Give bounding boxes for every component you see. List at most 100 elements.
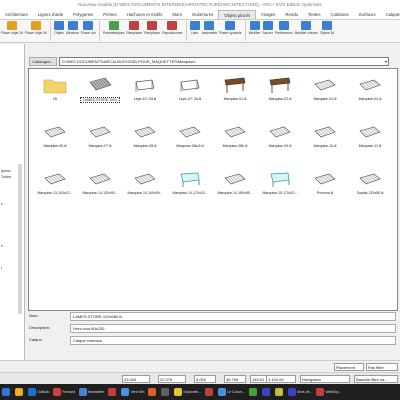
coord-z[interactable]: 0.000 <box>194 375 216 383</box>
catalog-item[interactable]: Sophia-215x80.iii <box>350 166 390 210</box>
catalog-item[interactable]: Marquise-03.iii <box>305 72 345 116</box>
taskbar-app[interactable] <box>146 385 159 399</box>
ribbon-button-15[interactable]: Modifier chemin <box>294 21 319 35</box>
tab-primes[interactable]: Primes <box>98 10 121 19</box>
catalog-path-select[interactable]: D:\MES DOCUMENTS\ARCALIB-EVO\3D-POUR_MAQ… <box>59 57 389 66</box>
catalog-item[interactable]: Marquise-05.iii <box>35 119 75 163</box>
tab-murs[interactable]: Murs <box>167 10 187 19</box>
ribbon-button-13[interactable]: Sauver <box>261 21 273 35</box>
taskbar-app[interactable] <box>247 385 260 399</box>
tab-objets-plac-s[interactable]: Objets placés <box>218 10 257 19</box>
ribbon-button-8[interactable]: Repositionner <box>161 21 183 35</box>
taskbar-app[interactable]: WebExp... <box>314 385 343 399</box>
tab-hachures-et-motifs[interactable]: Hachures et motifs <box>122 10 168 19</box>
ribbon-separator <box>244 21 246 41</box>
filter-field[interactable]: Pas filtré <box>366 363 398 371</box>
tab-ouvertures[interactable]: Ouvertures <box>187 10 218 19</box>
coord-x[interactable]: 23.003 <box>122 375 150 383</box>
taskbar-app[interactable] <box>159 385 172 399</box>
app-icon <box>121 388 130 396</box>
ribbon-button-5[interactable]: Paramétriques <box>102 21 125 35</box>
tab-rendu[interactable]: Rendu <box>280 10 303 19</box>
ribbon-button-12[interactable]: Modifier <box>248 21 262 35</box>
catalog-item[interactable]: LAMES-STORE-100x <box>80 72 120 116</box>
tab-architecture[interactable]: Architecture <box>0 10 33 19</box>
app-icon <box>288 388 297 396</box>
catalog-item[interactable]: Leya-10°-3d.iii <box>125 72 165 116</box>
coord-y[interactable]: 22.378 <box>158 375 186 383</box>
placement-field[interactable]: Placement <box>334 363 364 371</box>
taskbar-app[interactable] <box>260 385 273 399</box>
ribbon-button-3[interactable]: Aléatoire <box>65 21 80 35</box>
ribbon-button-16[interactable]: Objets 3d <box>319 21 335 35</box>
taskbar-app[interactable]: Le Colom... <box>216 385 247 399</box>
tab-cotations[interactable]: Cotations <box>325 10 353 19</box>
object-thumbnail-icon <box>267 74 293 96</box>
taskbar-app[interactable]: Outlook <box>26 385 51 399</box>
ribbon-button-1[interactable]: Placer objet 3d <box>24 21 48 35</box>
filter-toggle-button[interactable]: Bascule filtre ca... <box>354 375 398 383</box>
length-field[interactable]: 36.765 <box>224 375 246 383</box>
mode-select[interactable]: Navigation <box>300 375 350 383</box>
taskbar-app[interactable]: Vers Win <box>119 385 146 399</box>
ribbon-button-4[interactable]: Placer sur <box>80 21 97 35</box>
taskbar-app[interactable] <box>273 385 286 399</box>
catalog-item-label: Marquise-15-170x10... <box>262 191 298 195</box>
taskbar-app[interactable]: Explorate... <box>172 385 203 399</box>
taskbar-app[interactable] <box>13 385 26 399</box>
status-bar: Placement Pas filtré <box>0 360 400 372</box>
tab-images[interactable]: Images <box>256 10 280 19</box>
catalog-item[interactable]: Leya-10°-3d.iii <box>170 72 210 116</box>
left-panel-scrollbar[interactable] <box>18 164 22 314</box>
taskbar-app[interactable] <box>0 385 13 399</box>
taskbar-app[interactable]: Mots de... <box>286 385 314 399</box>
name-field[interactable]: LAMES-STORE-100x080.iii <box>70 312 396 321</box>
catalog-item[interactable]: Marquise-13-140x12... <box>35 166 75 210</box>
description-field[interactable]: Hors tous 80x230 <box>70 324 396 333</box>
catalog-item[interactable]: Marquise-02.iii <box>260 72 300 116</box>
tab-textes[interactable]: Textes <box>303 10 325 19</box>
ribbon-button-14[interactable]: Préférences <box>274 21 294 35</box>
catalog-item[interactable]: Pomona.iii <box>305 166 345 210</box>
catalog-button[interactable]: Catalogue... <box>29 57 57 66</box>
taskbar-app[interactable]: Newsletter <box>77 385 107 399</box>
scale-select[interactable]: 1:100.00 <box>266 375 296 383</box>
object-properties: Nom: LAMES-STORE-100x080.iii Description… <box>28 312 398 360</box>
catalog-item[interactable]: Marquise-14-140x99... <box>125 166 165 210</box>
ribbon-button-6[interactable]: Remplacer <box>125 21 143 35</box>
tab-surfaces[interactable]: Surfaces <box>354 10 381 19</box>
catalog-item[interactable]: Marquise-15-170x10... <box>260 166 300 210</box>
object-tool-icon <box>108 21 119 30</box>
ribbon-button-11[interactable]: Placer symbole <box>218 21 243 35</box>
ribbon-button-9[interactable]: Liste <box>189 21 201 35</box>
catalog-item[interactable]: Marquise-10.iii <box>305 119 345 163</box>
tab-lignes-d-aide[interactable]: Lignes d'aide <box>33 10 68 19</box>
catalog-item[interactable]: Marquise-11.iii <box>350 119 390 163</box>
taskbar-app[interactable] <box>203 385 216 399</box>
catalog-item[interactable]: Marquise-04.iii <box>350 72 390 116</box>
tab-calques[interactable]: Calques <box>381 10 400 19</box>
ribbon-button-0[interactable]: Placer objet 2d <box>0 21 24 35</box>
catalog-item[interactable]: Marquise-08a.5.iii <box>170 119 210 163</box>
ribbon-button-10[interactable]: Assembler <box>201 21 219 35</box>
ribbon-button-label: Placer objet 2d <box>1 31 23 35</box>
catalog-item[interactable]: Marquise-14-170x15... <box>170 166 210 210</box>
ribbon-button-label: Objets 3d <box>319 31 335 35</box>
taskbar-app[interactable]: Forward <box>51 385 77 399</box>
catalog-item[interactable]: Marquise-14-180x95... <box>215 166 255 210</box>
catalog-item[interactable]: Marquise-07.iii <box>80 119 120 163</box>
catalog-item[interactable]: Marquise-01.iii <box>215 72 255 116</box>
catalog-item[interactable]: Marquise-08.iii <box>125 119 165 163</box>
catalog-item[interactable]: Marquise-09.iii <box>260 119 300 163</box>
menu-tabs: Architecture Lignes d'aide Polygones Primes… <box>0 10 400 20</box>
ribbon-button-2[interactable]: Objets <box>53 21 65 35</box>
ribbon-button-label: Assembler <box>201 31 218 35</box>
taskbar-app[interactable] <box>106 385 119 399</box>
layer-field[interactable]: Calque commun <box>70 336 396 345</box>
object-thumbnail-grid[interactable]: 2D LAMES-STORE-100x Leya-10°-3d.iii Leya-10… <box>28 68 398 311</box>
catalog-item[interactable]: Marquise-14-120x90... <box>80 166 120 210</box>
tab-polygones[interactable]: Polygones <box>68 10 98 19</box>
ribbon-button-7[interactable]: Remplacer <box>143 21 161 35</box>
catalog-item[interactable]: Marquise-08b.iii <box>215 119 255 163</box>
catalog-item[interactable]: 2D <box>35 72 75 116</box>
